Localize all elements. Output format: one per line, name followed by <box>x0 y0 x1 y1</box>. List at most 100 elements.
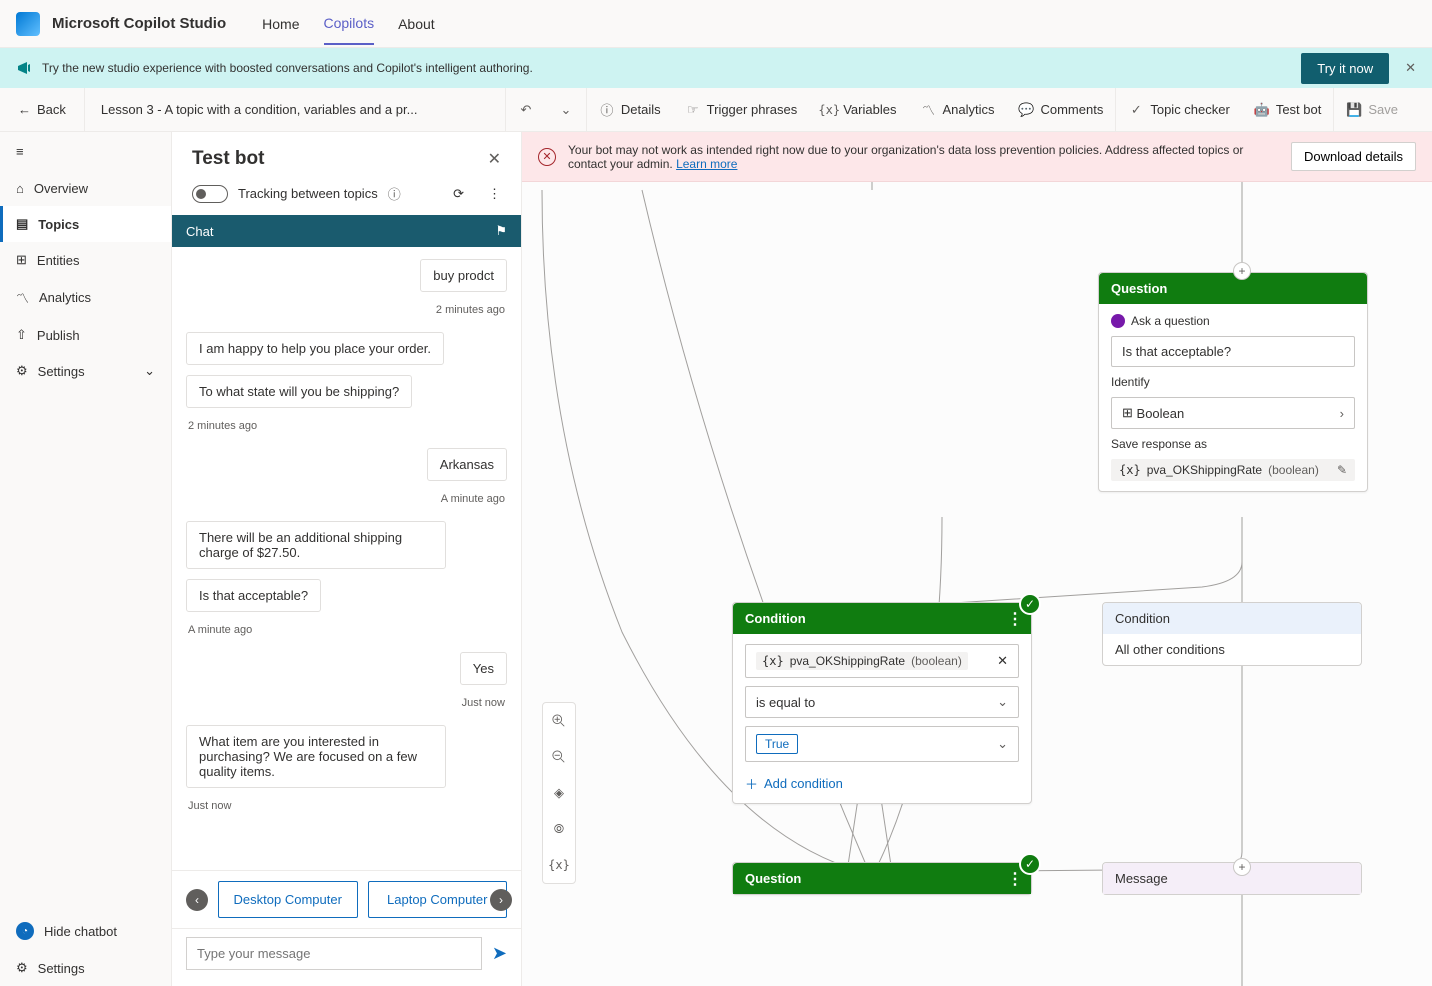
comments-button[interactable]: 💬Comments <box>1006 88 1115 132</box>
condition-else-node[interactable]: Condition All other conditions <box>1102 602 1362 666</box>
test-bot-panel: Test bot ✕ Tracking between topics ⓘ ⟳ ⋮… <box>172 132 522 986</box>
test-bot-label: Test bot <box>1276 102 1322 117</box>
suggestion-prev[interactable]: ‹ <box>186 889 208 911</box>
dlp-message: Your bot may not work as intended right … <box>568 143 1243 171</box>
message-node[interactable]: Message <box>1102 862 1362 895</box>
suggestion-next[interactable]: › <box>490 889 512 911</box>
question-node[interactable]: Question Ask a question Is that acceptab… <box>1098 272 1368 492</box>
sidebar-item-settings[interactable]: ⚙Settings⌄ <box>0 353 171 389</box>
promo-close-icon[interactable]: ✕ <box>1405 60 1416 76</box>
variables-label: Variables <box>843 102 896 117</box>
sidebar-settings-bottom[interactable]: ⚙ Settings <box>0 950 171 986</box>
user-message: Arkansas <box>427 448 507 481</box>
chat-input[interactable] <box>186 937 482 970</box>
node-menu-button[interactable]: ⋮ <box>1007 609 1023 629</box>
sidebar-item-overview[interactable]: ⌂Overview <box>0 171 171 206</box>
chatbot-icon: ◔ <box>16 922 34 940</box>
hide-chatbot-button[interactable]: ◔ Hide chatbot <box>0 912 171 950</box>
send-icon[interactable]: ➤ <box>492 943 507 964</box>
node-header[interactable]: Message <box>1103 863 1361 894</box>
tracking-toggle[interactable] <box>192 185 228 203</box>
user-message: buy prodct <box>420 259 507 292</box>
minimap-button[interactable]: ⦾ <box>542 811 576 847</box>
node-header[interactable]: Question <box>1099 273 1367 304</box>
sidebar-label: Settings <box>38 961 85 976</box>
condition-value-select[interactable]: True ⌄ <box>745 726 1019 762</box>
variable-type: (boolean) <box>1268 463 1319 477</box>
save-button[interactable]: 💾Save <box>1334 88 1410 132</box>
topic-checker-icon: ✓ <box>1128 102 1144 118</box>
save-label: Save <box>1368 102 1398 117</box>
identify-select[interactable]: ⊞ Boolean › <box>1111 397 1355 429</box>
sidebar-item-analytics[interactable]: 〽 Analytics <box>0 278 171 317</box>
add-condition-label: Add condition <box>764 776 843 791</box>
comments-label: Comments <box>1040 102 1103 117</box>
question-text-input[interactable]: Is that acceptable? <box>1111 336 1355 367</box>
add-condition-button[interactable]: ＋ Add condition <box>745 770 1019 793</box>
node-header[interactable]: Condition ⋮ <box>733 603 1031 634</box>
zoom-reset-button[interactable]: ◈ <box>542 775 576 811</box>
add-node-button[interactable] <box>1233 858 1251 876</box>
chevron-down-icon: ⌄ <box>997 736 1008 752</box>
sidebar-label: Hide chatbot <box>44 924 117 939</box>
suggestion-desktop[interactable]: Desktop Computer <box>218 881 358 918</box>
condition-value: True <box>756 734 798 754</box>
zoom-out-button[interactable] <box>542 739 576 775</box>
try-it-now-button[interactable]: Try it now <box>1301 53 1389 84</box>
download-details-button[interactable]: Download details <box>1291 142 1416 171</box>
analytics-button[interactable]: 〽Analytics <box>908 88 1006 132</box>
sidebar-item-entities[interactable]: ⊞Entities <box>0 242 171 278</box>
condition-variable-select[interactable]: {x} pva_OKShippingRate (boolean) ✕ <box>745 644 1019 678</box>
close-icon[interactable]: ✕ <box>488 149 501 169</box>
node-header[interactable]: Question ⋮ <box>733 863 1031 894</box>
variables-button[interactable]: {x}Variables <box>809 88 908 132</box>
clear-icon[interactable]: ✕ <box>997 653 1008 669</box>
add-node-button[interactable] <box>1233 262 1251 280</box>
tracking-label: Tracking between topics <box>238 186 378 201</box>
suggestion-laptop[interactable]: Laptop Computer› <box>368 881 508 918</box>
variables-panel-button[interactable]: {x} <box>542 847 576 883</box>
gear-icon: ⚙ <box>16 960 28 976</box>
chat-body[interactable]: buy prodct 2 minutes ago I am happy to h… <box>172 247 521 870</box>
undo-button[interactable]: ↶ <box>506 88 546 132</box>
topic-checker-button[interactable]: ✓Topic checker <box>1116 88 1241 132</box>
trigger-phrases-button[interactable]: ☞Trigger phrases <box>673 88 810 132</box>
flag-icon[interactable]: ⚑ <box>495 223 507 239</box>
error-icon: ✕ <box>538 148 556 166</box>
redo-dropdown[interactable]: ⌄ <box>546 88 586 132</box>
hamburger-button[interactable]: ≡ <box>0 132 171 171</box>
test-bot-title: Test bot <box>192 148 488 170</box>
node-menu-button[interactable]: ⋮ <box>1007 869 1023 889</box>
condition-node[interactable]: ✓ Condition ⋮ {x} pva_OKShippingRate (bo… <box>732 602 1032 804</box>
details-button[interactable]: ⓘDetails <box>587 88 673 132</box>
edit-icon[interactable]: ✎ <box>1337 463 1347 477</box>
bot-message: To what state will you be shipping? <box>186 375 412 408</box>
learn-more-link[interactable]: Learn more <box>676 157 737 171</box>
home-icon: ⌂ <box>16 181 24 196</box>
breadcrumb[interactable]: Lesson 3 - A topic with a condition, var… <box>85 102 505 117</box>
sidebar-label: Topics <box>38 217 79 232</box>
sidebar-label: Analytics <box>39 290 91 305</box>
zoom-in-button[interactable] <box>542 703 576 739</box>
back-button[interactable]: ← Back <box>0 102 84 117</box>
product-logo-icon <box>16 12 40 36</box>
info-icon: ⓘ <box>599 102 615 118</box>
node-body: All other conditions <box>1103 634 1361 665</box>
entities-icon: ⊞ <box>16 252 27 268</box>
sidebar-item-topics[interactable]: ▤Topics <box>0 206 171 242</box>
condition-operator-select[interactable]: is equal to ⌄ <box>745 686 1019 718</box>
more-icon[interactable]: ⋮ <box>488 186 501 202</box>
chart-icon: 〽 <box>16 288 29 307</box>
sidebar-item-publish[interactable]: ⇧Publish <box>0 317 171 353</box>
test-bot-button[interactable]: 🤖Test bot <box>1242 88 1334 132</box>
megaphone-icon <box>16 60 32 76</box>
variable-chip[interactable]: {x} pva_OKShippingRate (boolean) ✎ <box>1111 459 1355 481</box>
authoring-canvas[interactable]: ✕ Your bot may not work as intended righ… <box>522 132 1432 986</box>
nav-about[interactable]: About <box>398 4 435 44</box>
nav-copilots[interactable]: Copilots <box>324 3 375 45</box>
nav-home[interactable]: Home <box>262 4 299 44</box>
info-icon[interactable]: ⓘ <box>388 184 401 203</box>
node-header[interactable]: Condition <box>1103 603 1361 634</box>
question-node-2[interactable]: ✓ Question ⋮ <box>732 862 1032 895</box>
reload-icon[interactable]: ⟳ <box>453 186 464 202</box>
